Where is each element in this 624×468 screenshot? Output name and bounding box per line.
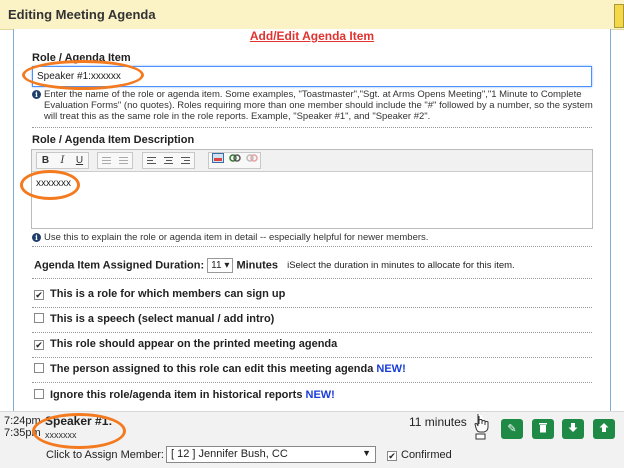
description-editor: B I U xxxxxxx: [31, 149, 593, 229]
form-heading: Add/Edit Agenda Item: [249, 29, 375, 43]
divider: [32, 278, 592, 279]
align-right-icon[interactable]: [177, 153, 194, 168]
arrow-up-icon: [599, 423, 609, 432]
checkbox-row-ignore-historical[interactable]: Ignore this role/agenda item in historic…: [34, 389, 335, 401]
description-help-text: i Use this to explain the role or agenda …: [32, 232, 428, 243]
insert-group: [208, 152, 261, 169]
agenda-item-duration: 11 minutes: [409, 415, 467, 429]
arrow-down-icon: [568, 423, 578, 432]
info-icon: i: [32, 90, 41, 99]
move-up-button[interactable]: [593, 419, 615, 439]
divider: [32, 382, 592, 383]
highlight-ellipse: [32, 413, 126, 449]
divider: [32, 127, 592, 128]
align-center-icon[interactable]: [160, 153, 177, 168]
duration-label: Agenda Item Assigned Duration:: [34, 259, 205, 272]
assign-member-select[interactable]: [ 12 ] Jennifer Bush, CC ▼: [166, 446, 376, 463]
dialog-title: Editing Meeting Agenda: [8, 7, 156, 22]
edit-button[interactable]: ✎: [501, 419, 523, 439]
speech-checkbox[interactable]: [34, 313, 44, 323]
delete-button[interactable]: [532, 419, 554, 439]
trash-icon: [539, 423, 547, 433]
new-badge: NEW!: [376, 363, 406, 375]
link-icon[interactable]: [226, 153, 243, 168]
checkbox-row-signup[interactable]: ✔ This is a role for which members can si…: [34, 288, 285, 300]
divider: [32, 332, 592, 333]
move-down-button[interactable]: [562, 419, 584, 439]
bullet-list-icon[interactable]: [115, 153, 132, 168]
checkbox-row-edit-agenda[interactable]: The person assigned to this role can edi…: [34, 363, 406, 375]
duration-unit: Minutes: [236, 259, 278, 272]
title-bar-corner-box: [614, 4, 624, 28]
info-icon: i: [32, 233, 41, 242]
role-help-text: i Enter the name of the role or agenda it…: [32, 89, 602, 122]
align-group: [142, 152, 195, 169]
highlight-ellipse: [20, 170, 80, 200]
checkbox-row-printed[interactable]: ✔ This role should appear on the printed …: [34, 338, 337, 350]
drag-handle-icon[interactable]: [472, 412, 490, 440]
ignore-historical-checkbox[interactable]: [34, 389, 44, 399]
duration-help: iSelect the duration in minutes to alloc…: [287, 260, 515, 272]
highlight-ellipse: [22, 60, 144, 90]
description-text-area[interactable]: xxxxxxx: [32, 172, 592, 195]
duration-select[interactable]: 11 ▾: [207, 258, 234, 273]
align-left-icon[interactable]: [143, 153, 160, 168]
divider: [32, 307, 592, 308]
numbered-list-icon[interactable]: [98, 153, 115, 168]
divider: [32, 357, 592, 358]
underline-button[interactable]: U: [71, 153, 88, 168]
list-group: [97, 152, 133, 169]
new-badge: NEW!: [305, 389, 335, 401]
confirmed-checkbox[interactable]: ✔: [387, 451, 397, 461]
unlink-icon[interactable]: [243, 153, 260, 168]
dialog-title-bar: Editing Meeting Agenda: [0, 0, 624, 30]
assign-member-label: Click to Assign Member:: [46, 449, 164, 461]
checkbox-row-speech[interactable]: This is a speech (select manual / add in…: [34, 313, 274, 325]
edit-agenda-checkbox[interactable]: [34, 363, 44, 373]
divider: [32, 246, 592, 247]
description-label: Role / Agenda Item Description: [32, 134, 195, 146]
confirmed-toggle[interactable]: ✔ Confirmed: [387, 449, 452, 461]
image-icon[interactable]: [209, 153, 226, 168]
signup-checkbox[interactable]: ✔: [34, 290, 44, 300]
duration-row: Agenda Item Assigned Duration: 11 ▾ Minu…: [34, 258, 515, 273]
printed-agenda-checkbox[interactable]: ✔: [34, 340, 44, 350]
edit-icon: ✎: [507, 423, 517, 435]
bold-button[interactable]: B: [37, 153, 54, 168]
italic-button[interactable]: I: [54, 153, 71, 168]
chevron-down-icon: ▼: [362, 448, 371, 458]
format-group: B I U: [36, 152, 89, 169]
editor-toolbar: B I U: [32, 150, 592, 172]
